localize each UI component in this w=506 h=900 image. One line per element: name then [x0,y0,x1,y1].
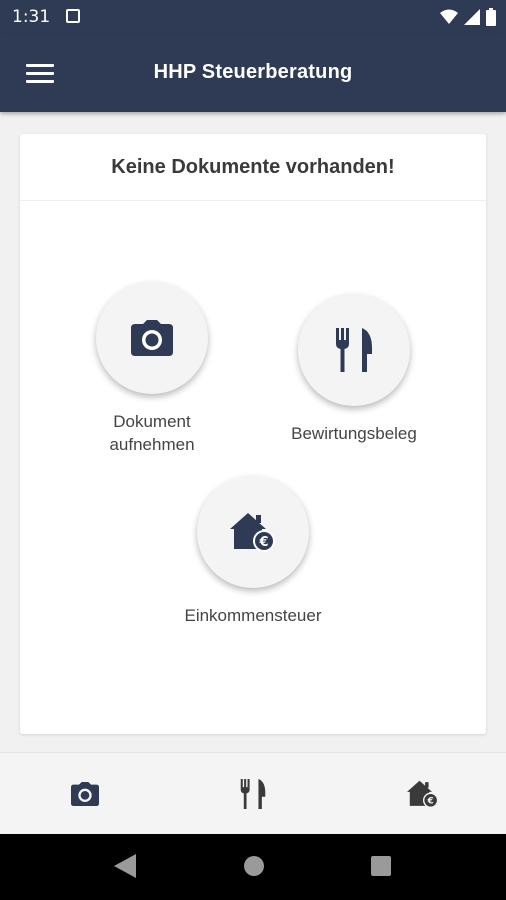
income-tax-button[interactable]: € [197,476,309,588]
house-euro-icon: € [230,513,275,552]
nav-income-tax[interactable]: € [403,779,443,809]
app-bar: HHP Steuerberatung [0,34,506,112]
recents-icon[interactable] [370,854,392,878]
receipt-button[interactable] [298,294,410,406]
notification-icon [66,9,80,23]
back-icon[interactable] [114,854,136,878]
cutlery-icon [240,779,266,809]
svg-text:€: € [427,797,434,807]
house-euro-icon: € [407,780,439,808]
action-receipt: Bewirtungsbeleg [264,294,444,445]
system-navigation-bar [0,834,506,900]
app-title: HHP Steuerberatung [153,61,353,83]
documents-card: Keine Dokumente vorhanden! Dokument aufn… [20,134,486,734]
nav-receipt[interactable] [233,779,273,809]
receipt-label: Bewirtungsbeleg [291,424,417,443]
camera-icon [71,782,99,806]
wifi-icon [440,9,458,24]
svg-text:€: € [258,535,268,550]
cutlery-icon [336,328,372,372]
camera-icon [131,320,173,356]
income-tax-label: Einkommensteuer [184,606,322,625]
battery-icon [486,8,496,26]
status-icons [440,8,496,26]
capture-document-label: Dokument aufnehmen [109,412,195,454]
capture-document-button[interactable] [96,282,208,394]
empty-state-title: Keine Dokumente vorhanden! [111,156,395,178]
action-income-tax: € Einkommensteuer [163,476,343,627]
status-bar: 1:31 [0,0,506,34]
action-capture-document: Dokument aufnehmen [62,282,242,456]
home-icon[interactable] [243,854,265,878]
nav-camera[interactable] [65,779,105,809]
status-time: 1:31 [12,7,51,27]
card-divider [20,200,486,201]
signal-icon [464,9,480,25]
bottom-navigation: € [0,752,506,833]
